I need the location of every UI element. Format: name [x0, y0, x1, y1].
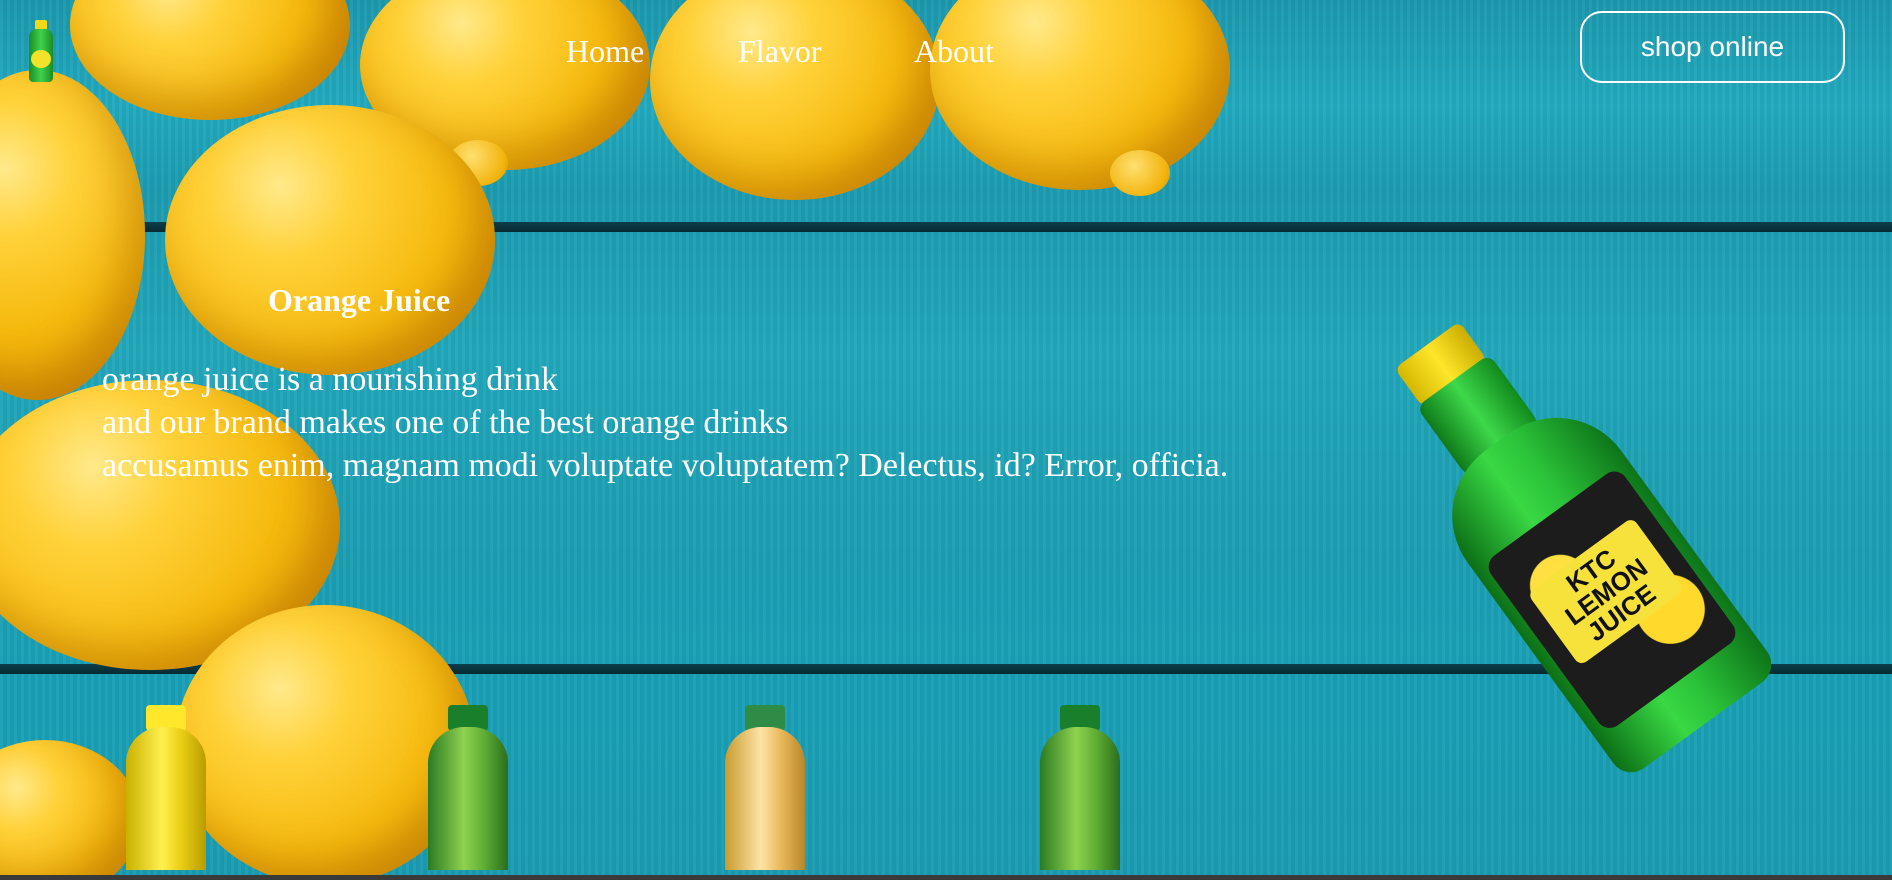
logo-label — [31, 50, 51, 68]
main-nav: Home Flavor About — [566, 33, 994, 70]
lemon-tip — [1110, 150, 1170, 196]
bottom-bar — [0, 875, 1892, 880]
lemon — [165, 105, 495, 375]
bottle-body — [428, 727, 508, 870]
nav-flavor-link[interactable]: Flavor — [738, 33, 914, 70]
mini-bottle-lime-2[interactable] — [1040, 705, 1120, 870]
hero-title: Orange Juice — [268, 282, 451, 318]
shop-online-button[interactable]: shop online — [1580, 11, 1845, 83]
nav-about-link[interactable]: About — [914, 33, 994, 70]
lemon-juice-bottle-icon[interactable] — [29, 20, 53, 82]
nav-home-link[interactable]: Home — [566, 33, 738, 70]
bottle-body — [1040, 727, 1120, 870]
hero-line: and our brand makes one of the best oran… — [102, 404, 789, 441]
mini-bottle-lemon[interactable] — [126, 705, 206, 870]
bottle-body — [126, 727, 206, 870]
hero-line: accusamus enim, magnam modi voluptate vo… — [102, 447, 1229, 484]
hero-line: orange juice is a nourishing drink — [102, 361, 559, 398]
mini-bottle-lime[interactable] — [428, 705, 508, 870]
hero-description: orange juice is a nourishing drink and o… — [102, 358, 1228, 487]
mini-bottle-orange[interactable] — [725, 705, 805, 870]
bottle-body — [725, 727, 805, 870]
